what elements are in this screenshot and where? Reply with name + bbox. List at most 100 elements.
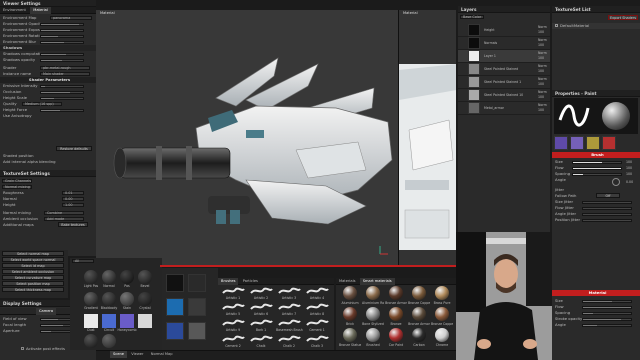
brush-item[interactable]: Artistic 2 (248, 286, 274, 302)
material-item[interactable]: Bronze Armor (408, 307, 430, 328)
tab-environment[interactable]: Environment (0, 7, 29, 14)
layer-opacity[interactable]: 100 (538, 82, 544, 86)
material-item[interactable]: Bronze Statue (339, 328, 361, 349)
brush-item[interactable]: Chalk 2 (276, 334, 302, 350)
mat-size-slider[interactable] (582, 299, 632, 303)
select-id-map-button[interactable]: Select id map (2, 263, 64, 268)
size-slider[interactable] (572, 160, 622, 164)
layer-item[interactable]: Steel Painted Stained 1 Norm 100 (458, 76, 550, 89)
mask-thumb[interactable] (166, 322, 184, 340)
angle-dial[interactable] (612, 178, 620, 186)
layer-blend[interactable]: Norm (538, 103, 547, 107)
select-curvature-button[interactable]: Select curvature map (2, 275, 64, 280)
proc-thumb[interactable] (102, 314, 116, 328)
layer-opacity[interactable]: 100 (538, 56, 544, 60)
tab-material[interactable]: Material (30, 7, 51, 14)
proc-thumb[interactable] (102, 334, 116, 348)
layer-blend[interactable]: Norm (538, 25, 547, 29)
proc-thumb[interactable] (120, 270, 134, 284)
shadows-opacity-slider[interactable] (40, 58, 84, 62)
height-value[interactable]: 1.00 (62, 203, 84, 207)
material-item[interactable]: Bronze Copper (408, 286, 430, 307)
channel-thumb[interactable] (554, 136, 568, 150)
viewport-3d[interactable]: Material (96, 10, 398, 265)
param-force-slider[interactable] (40, 108, 84, 112)
size-jitter-slider[interactable] (582, 200, 632, 204)
material-item[interactable]: Chrome (431, 328, 453, 349)
status-tab-viewer[interactable]: Viewer (128, 351, 146, 358)
brush-item[interactable]: Artistic 5 (220, 302, 246, 318)
layer-item[interactable]: Normals Norm 100 (458, 37, 550, 50)
brush-preview[interactable] (554, 98, 638, 134)
material-item[interactable]: Brass Pure (431, 286, 453, 307)
layer-blend[interactable]: Norm (538, 90, 547, 94)
brush-item[interactable]: Bark 1 (248, 318, 274, 334)
env-exposure-slider[interactable] (40, 28, 84, 32)
select-thickness-button[interactable]: Select thickness map (2, 287, 64, 292)
brush-item[interactable]: Artistic 1 (220, 286, 246, 302)
proc-thumb[interactable] (138, 314, 152, 328)
restore-defaults-button[interactable]: Restore defaults (56, 146, 92, 151)
mat-angle-slider[interactable] (582, 323, 632, 327)
proc-thumb[interactable] (120, 314, 134, 328)
mask-thumb[interactable] (166, 298, 184, 316)
mat-spacing-slider[interactable] (582, 311, 632, 315)
mat-flow-slider[interactable] (582, 305, 632, 309)
spacing-slider[interactable] (572, 172, 622, 176)
layer-item[interactable]: Height Norm 100 (458, 24, 550, 37)
layer-opacity[interactable]: 100 (538, 108, 544, 112)
select-position-button[interactable]: Select position map (2, 281, 64, 286)
layer-blend[interactable]: Norm (538, 77, 547, 81)
tab-particles[interactable]: Particles (240, 278, 261, 285)
tab-smart-materials[interactable]: Smart materials (359, 278, 395, 285)
bake-textures-button[interactable]: Bake textures (58, 222, 88, 227)
mask-thumb[interactable] (166, 274, 184, 292)
shader-select[interactable]: pbr-metal-rough (40, 66, 90, 70)
layers-blend-select[interactable]: Base Color (460, 15, 484, 19)
param-occlusion-slider[interactable] (40, 90, 84, 94)
roughness-value[interactable]: 0.01 (62, 191, 84, 195)
brush-item[interactable]: Artistic 6 (248, 302, 274, 318)
channel-thumb[interactable] (570, 136, 584, 150)
normal-value[interactable]: 0.00 (62, 197, 84, 201)
shadows-computation-slider[interactable] (40, 52, 84, 56)
proc-thumb[interactable] (138, 270, 152, 284)
tab-brushes[interactable]: Brushes (218, 278, 239, 285)
instance-name-field[interactable]: Main shader (40, 72, 90, 76)
layer-opacity[interactable]: 100 (538, 30, 544, 34)
mask-thumb[interactable] (188, 298, 206, 316)
flow-jitter-slider[interactable] (582, 206, 632, 210)
angle-value[interactable]: 0.00 (626, 179, 633, 185)
layer-opacity[interactable]: 100 (538, 69, 544, 73)
env-map-select[interactable]: panorama (50, 16, 92, 20)
normal-row-3[interactable]: Add internal alpha blending (0, 159, 96, 165)
material-item[interactable]: Car Paint (385, 328, 407, 349)
texset-visible-icon[interactable] (555, 24, 558, 27)
mask-thumb[interactable] (188, 322, 206, 340)
channel-thumb[interactable] (602, 136, 616, 150)
proc-thumb[interactable] (102, 292, 116, 306)
pos-jitter-slider[interactable] (582, 218, 632, 222)
grain-channels-select[interactable]: Grain Channels (2, 179, 32, 183)
angle-jitter-slider[interactable] (582, 212, 632, 216)
env-opacity-slider[interactable] (40, 22, 84, 26)
env-blur-slider[interactable] (40, 40, 84, 44)
proc-thumb[interactable] (138, 292, 152, 306)
layer-blend[interactable]: Norm (538, 38, 547, 42)
layer-item[interactable]: Steel Painted Stained Norm 100 (458, 63, 550, 76)
layer-opacity[interactable]: 100 (538, 43, 544, 47)
material-item[interactable]: Bronze Copper (431, 307, 453, 328)
shelf-search-field[interactable]: All (72, 259, 94, 263)
normal-mixing-value[interactable]: Combine (44, 211, 84, 215)
param-height-slider[interactable] (40, 96, 84, 100)
layer-blend[interactable]: Norm (538, 64, 547, 68)
material-item[interactable]: Aluminium Roug (362, 286, 384, 307)
texset-item[interactable]: DefaultMaterial (552, 23, 640, 29)
material-item[interactable]: Carbon (408, 328, 430, 349)
follow-path-toggle[interactable]: Off (596, 193, 620, 198)
material-item[interactable]: Brushed (362, 328, 384, 349)
brush-item[interactable]: Artistic 4 (304, 286, 330, 302)
brush-item[interactable]: Artistic 7 (276, 302, 302, 318)
brush-item[interactable]: Chalk 3 (304, 334, 330, 350)
brush-item[interactable]: Basemesh Brush (276, 318, 303, 334)
